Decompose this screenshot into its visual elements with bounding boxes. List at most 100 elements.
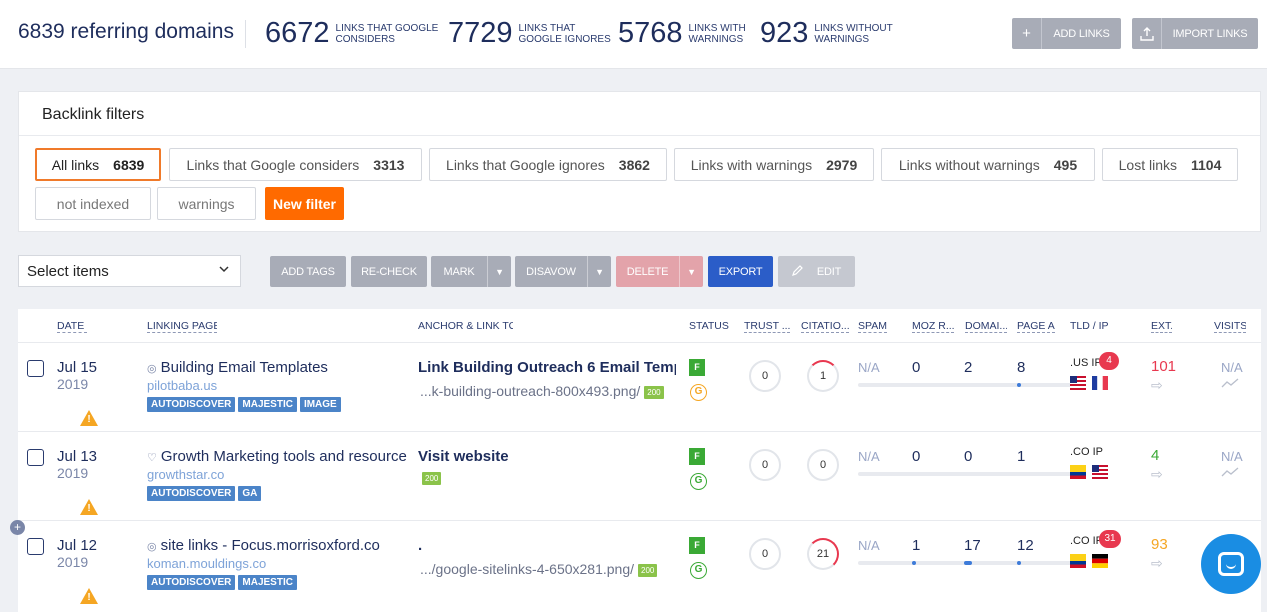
column-header-linking-page[interactable]: LINKING PAGE	[147, 320, 217, 333]
linking-page-url[interactable]: pilotbaba.us	[147, 378, 217, 393]
stat-google-considers[interactable]: 6672 LINKS THAT GOOGLE CONSIDERS	[265, 17, 446, 50]
row-checkbox[interactable]	[27, 449, 44, 466]
select-items-dropdown[interactable]: Select items	[18, 255, 241, 287]
ip-count-badge: 4	[1099, 352, 1119, 370]
anchor-text[interactable]: Visit website	[418, 448, 676, 465]
link-target[interactable]: 200	[418, 469, 442, 485]
export-button[interactable]: EXPORT	[708, 256, 773, 287]
follow-status-badge: F	[689, 537, 705, 554]
tld-ip: .US IP	[1070, 357, 1102, 369]
tag-badge[interactable]: MAJESTIC	[238, 397, 297, 412]
external-link-icon[interactable]: ⇨	[1151, 466, 1163, 483]
google-index-icon: G	[690, 562, 707, 579]
column-header-citation[interactable]: CITATIO...	[801, 320, 849, 333]
add-links-label: ADD LINKS	[1053, 27, 1110, 40]
page-title-text: Growth Marketing tools and resources	[160, 448, 407, 465]
tag-badge[interactable]: GA	[238, 486, 262, 501]
chip-label: Lost links	[1118, 156, 1177, 173]
filter-chip-google-considers[interactable]: Links that Google considers 3313	[169, 148, 422, 181]
tag-badge[interactable]: AUTODISCOVER	[147, 486, 236, 501]
expand-row-icon[interactable]: +	[10, 520, 25, 535]
row-date: Jul 15	[57, 359, 98, 376]
linking-page-title[interactable]: ◎ Building Email Templates	[147, 359, 407, 376]
caret-down-icon[interactable]: ▼	[587, 256, 611, 287]
globe-icon: ◎	[147, 541, 157, 553]
link-target[interactable]: .../google-sitelinks-4-650x281.png/200	[420, 561, 658, 577]
linking-page-title[interactable]: ◎ site links - Focus.morrisoxford.co	[147, 537, 407, 554]
import-links-button[interactable]: IMPORT LINKS	[1132, 18, 1258, 49]
column-header-date[interactable]: DATE	[57, 320, 87, 333]
warning-mark: !	[87, 592, 91, 603]
linking-page-title[interactable]: ♡ Growth Marketing tools and resources	[147, 448, 407, 465]
column-header-page-authority[interactable]: PAGE A.	[1017, 320, 1055, 333]
saved-filter-not-indexed[interactable]: not indexed	[35, 187, 151, 220]
bar-fill	[1017, 561, 1021, 565]
linking-page-url[interactable]: koman.mouldings.co	[147, 556, 266, 571]
stat-google-ignores[interactable]: 7729 LINKS THAT GOOGLE IGNORES	[448, 17, 614, 50]
stat-label: LINKS WITHOUT WARNINGS	[814, 22, 893, 45]
column-header-moz-rank[interactable]: MOZ R...	[912, 320, 954, 333]
mark-button[interactable]: MARK ▼	[431, 256, 511, 287]
ip-count-badge: 31	[1099, 530, 1121, 548]
colombia-flag-icon	[1070, 554, 1086, 568]
row-checkbox[interactable]	[27, 538, 44, 555]
tag-badge[interactable]: IMAGE	[299, 397, 341, 412]
caret-down-icon[interactable]: ▼	[487, 256, 511, 287]
tag-badge[interactable]: MAJESTIC	[238, 575, 297, 590]
saved-filter-warnings[interactable]: warnings	[157, 187, 256, 220]
edit-button[interactable]: EDIT	[778, 256, 855, 287]
http-status-badge: 200	[638, 563, 658, 577]
stat-number: 923	[760, 17, 809, 49]
external-link-icon[interactable]: ⇨	[1151, 555, 1163, 572]
chat-launcher-button[interactable]	[1201, 534, 1261, 594]
tag-badge[interactable]: AUTODISCOVER	[147, 397, 236, 412]
table-row[interactable]: Jul 13 2019 ! ♡ Growth Marketing tools an…	[18, 431, 1261, 520]
column-header-visits[interactable]: VISITS	[1214, 320, 1246, 333]
france-flag-icon	[1092, 376, 1108, 390]
filter-chip-lost-links[interactable]: Lost links 1104	[1102, 148, 1238, 181]
filter-chip-without-warnings[interactable]: Links without warnings 495	[881, 148, 1095, 181]
column-header-anchor[interactable]: ANCHOR & LINK TO	[418, 320, 513, 332]
warning-mark: !	[87, 414, 91, 425]
column-header-trust[interactable]: TRUST ...	[744, 320, 790, 333]
stat-with-warnings[interactable]: 5768 LINKS WITH WARNINGS	[618, 17, 754, 50]
external-link-icon[interactable]: ⇨	[1151, 377, 1163, 394]
bar-fill	[964, 561, 972, 565]
anchor-text[interactable]: .	[418, 537, 676, 554]
page-authority-value: 12	[1017, 537, 1034, 554]
link-target[interactable]: ...k-building-outreach-800x493.png/200	[420, 383, 664, 399]
column-header-domain-authority[interactable]: DOMAI...	[965, 320, 1007, 333]
external-links-count: 4	[1151, 447, 1160, 464]
warning-mark: !	[87, 503, 91, 514]
chip-count: 3862	[618, 156, 650, 173]
filter-chip-all-links[interactable]: All links 6839	[35, 148, 161, 181]
linking-page-url[interactable]: growthstar.co	[147, 467, 224, 482]
add-tags-button[interactable]: ADD TAGS	[270, 256, 346, 287]
page-authority-value: 1	[1017, 448, 1026, 465]
spam-score: N/A	[858, 360, 880, 375]
add-links-button[interactable]: + ADD LINKS	[1012, 18, 1121, 49]
caret-down-icon[interactable]: ▼	[679, 256, 703, 287]
disavow-button[interactable]: DISAVOW ▼	[515, 256, 611, 287]
delete-button[interactable]: DELETE ▼	[616, 256, 703, 287]
column-header-ext[interactable]: EXT.	[1151, 320, 1172, 333]
column-header-status[interactable]: STATUS	[689, 320, 729, 332]
bar-fill	[912, 561, 916, 565]
disavow-label: DISAVOW	[526, 265, 576, 278]
column-header-tld-ip[interactable]: TLD / IP	[1070, 320, 1110, 332]
visits-value: N/A	[1221, 360, 1243, 375]
recheck-button[interactable]: RE-CHECK	[351, 256, 427, 287]
filter-chip-with-warnings[interactable]: Links with warnings 2979	[674, 148, 874, 181]
table-row[interactable]: Jul 12 2019 ! ◎ site links - Focus.morris…	[18, 520, 1261, 609]
column-header-spam[interactable]: SPAM	[858, 320, 887, 333]
row-checkbox[interactable]	[27, 360, 44, 377]
http-status-badge: 200	[644, 385, 664, 399]
tag-badge[interactable]: AUTODISCOVER	[147, 575, 236, 590]
anchor-text[interactable]: Link Building Outreach 6 Email Templ...	[418, 359, 676, 376]
table-row[interactable]: Jul 15 2019 ! ◎ Building Email Templates …	[18, 342, 1261, 431]
domain-authority-value: 17	[964, 537, 981, 554]
stat-without-warnings[interactable]: 923 LINKS WITHOUT WARNINGS	[760, 17, 899, 50]
new-filter-button[interactable]: New filter	[265, 187, 344, 220]
us-flag-icon	[1092, 465, 1108, 479]
filter-chip-google-ignores[interactable]: Links that Google ignores 3862	[429, 148, 667, 181]
